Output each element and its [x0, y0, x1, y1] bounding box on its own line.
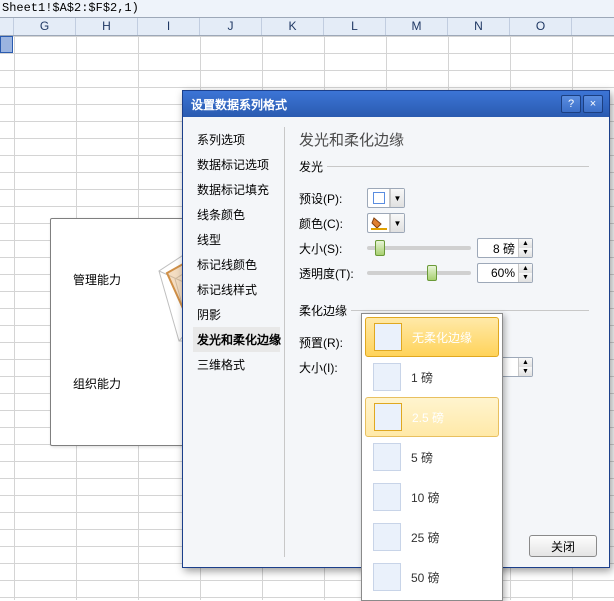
glow-preset-dropdown[interactable]: ▼ [367, 188, 405, 208]
col-header-gutter [0, 18, 14, 35]
spin-down-icon[interactable]: ▼ [519, 367, 532, 376]
glow-color-dropdown[interactable]: ▼ [367, 213, 405, 233]
column-headers: G H I J K L M N O [0, 18, 614, 36]
col-header[interactable]: G [14, 18, 76, 35]
help-button[interactable]: ? [561, 95, 581, 113]
col-header[interactable]: J [200, 18, 262, 35]
dialog-title: 设置数据系列格式 [191, 96, 559, 113]
radar-label-org: 组织能力 [73, 375, 121, 392]
glow-size-label: 大小(S): [299, 240, 361, 257]
swatch-icon [373, 563, 401, 591]
popup-option-label: 25 磅 [411, 529, 440, 546]
popup-option-5pt[interactable]: 5 磅 [365, 437, 499, 477]
swatch-icon [373, 363, 401, 391]
glow-size-spinner[interactable]: ▲▼ [477, 238, 533, 258]
sidebar-item-shadow[interactable]: 阴影 [193, 302, 280, 327]
glow-group: 发光 预设(P): ▼ 颜色(C): ▼ [299, 158, 589, 292]
row-header-selected[interactable] [0, 36, 13, 53]
sidebar-item-series-options[interactable]: 系列选项 [193, 127, 280, 152]
glow-transparency-label: 透明度(T): [299, 265, 361, 282]
glow-preset-icon [368, 189, 390, 207]
softedges-size-label: 大小(I): [299, 359, 361, 376]
radar-label-mgmt: 管理能力 [73, 271, 121, 288]
popup-option-10pt[interactable]: 10 磅 [365, 477, 499, 517]
glow-preset-label: 预设(P): [299, 190, 361, 207]
sidebar-item-marker-options[interactable]: 数据标记选项 [193, 152, 280, 177]
category-sidebar: 系列选项 数据标记选项 数据标记填充 线条颜色 线型 标记线颜色 标记线样式 阴… [193, 127, 285, 557]
spin-up-icon[interactable]: ▲ [519, 239, 532, 248]
glow-transparency-slider[interactable] [367, 271, 471, 275]
col-header[interactable]: H [76, 18, 138, 35]
swatch-icon [373, 443, 401, 471]
popup-option-label: 10 磅 [411, 489, 440, 506]
popup-option-50pt[interactable]: 50 磅 [365, 557, 499, 597]
glow-transparency-spinner[interactable]: ▲▼ [477, 263, 533, 283]
col-header[interactable]: I [138, 18, 200, 35]
pane-heading: 发光和柔化边缘 [299, 129, 589, 150]
popup-option-none[interactable]: 无柔化边缘 [365, 317, 499, 357]
sidebar-item-marker-fill[interactable]: 数据标记填充 [193, 177, 280, 202]
sidebar-item-line-color[interactable]: 线条颜色 [193, 202, 280, 227]
paint-bucket-icon [368, 214, 390, 232]
glow-transparency-input[interactable] [478, 265, 518, 281]
spin-up-icon[interactable]: ▲ [519, 358, 532, 367]
dialog-titlebar[interactable]: 设置数据系列格式 ? × [183, 91, 609, 117]
popup-option-2-5pt[interactable]: 2.5 磅 [365, 397, 499, 437]
popup-option-label: 5 磅 [411, 449, 433, 466]
close-icon[interactable]: × [583, 95, 603, 113]
sidebar-item-glow-softedges[interactable]: 发光和柔化边缘 [193, 327, 280, 352]
formula-bar[interactable]: Sheet1!$A$2:$F$2,1) [0, 0, 614, 18]
popup-option-25pt[interactable]: 25 磅 [365, 517, 499, 557]
softedges-legend: 柔化边缘 [299, 302, 351, 319]
close-button[interactable]: 关闭 [529, 535, 597, 557]
popup-option-label: 2.5 磅 [412, 409, 444, 426]
popup-option-label: 1 磅 [411, 369, 433, 386]
spin-down-icon[interactable]: ▼ [519, 273, 532, 282]
swatch-icon [373, 523, 401, 551]
sidebar-item-line-style[interactable]: 线型 [193, 227, 280, 252]
col-header[interactable]: L [324, 18, 386, 35]
slider-thumb[interactable] [375, 240, 385, 256]
popup-option-label: 无柔化边缘 [412, 329, 472, 346]
swatch-icon [374, 323, 402, 351]
glow-size-slider[interactable] [367, 246, 471, 250]
glow-color-label: 颜色(C): [299, 215, 361, 232]
spin-up-icon[interactable]: ▲ [519, 264, 532, 273]
col-header[interactable]: K [262, 18, 324, 35]
spin-down-icon[interactable]: ▼ [519, 248, 532, 257]
softedges-preset-label: 预置(R): [299, 334, 361, 351]
popup-option-1pt[interactable]: 1 磅 [365, 357, 499, 397]
softedges-preset-popup[interactable]: 无柔化边缘 1 磅 2.5 磅 5 磅 10 磅 25 磅 50 磅 [361, 313, 503, 601]
sidebar-item-marker-line-color[interactable]: 标记线颜色 [193, 252, 280, 277]
popup-option-label: 50 磅 [411, 569, 440, 586]
col-header[interactable]: N [448, 18, 510, 35]
sidebar-item-marker-line-style[interactable]: 标记线样式 [193, 277, 280, 302]
col-header[interactable]: M [386, 18, 448, 35]
glow-size-input[interactable] [478, 240, 518, 256]
chevron-down-icon: ▼ [390, 189, 404, 207]
sidebar-item-3d-format[interactable]: 三维格式 [193, 352, 280, 377]
glow-legend: 发光 [299, 158, 327, 175]
chevron-down-icon: ▼ [390, 214, 404, 232]
col-header[interactable]: O [510, 18, 572, 35]
swatch-icon [374, 403, 402, 431]
swatch-icon [373, 483, 401, 511]
slider-thumb[interactable] [427, 265, 437, 281]
